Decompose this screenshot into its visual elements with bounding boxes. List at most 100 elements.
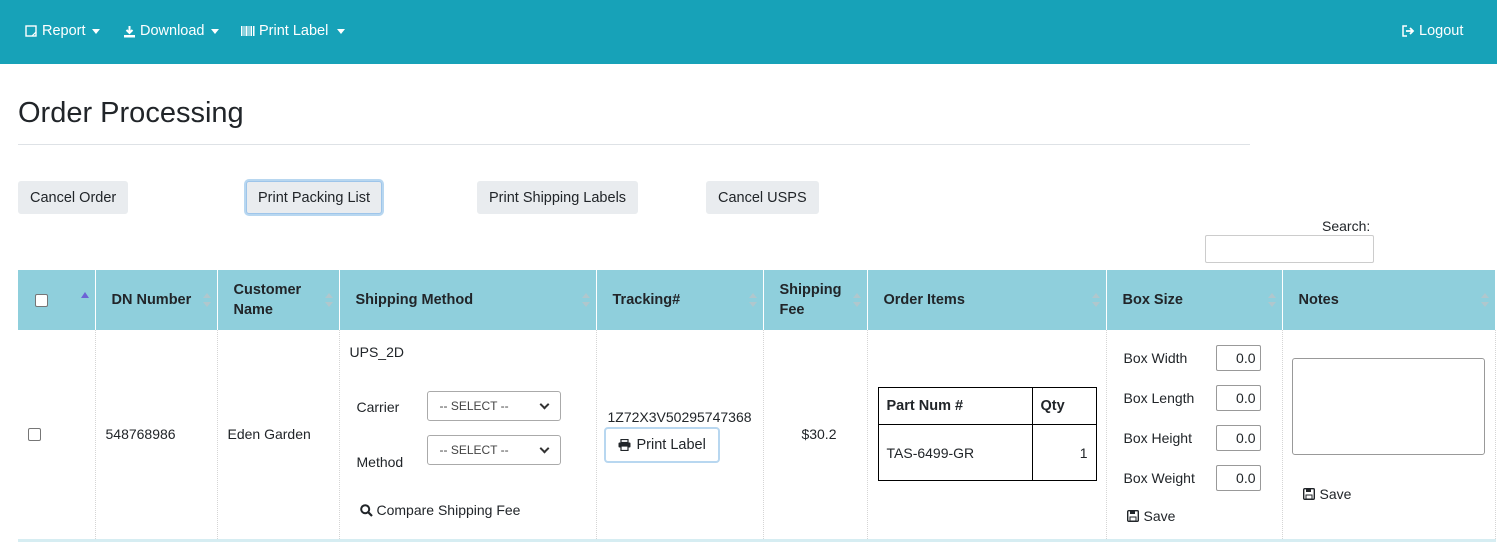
select-all-header [18,270,96,330]
save-icon [1302,488,1315,500]
qty-header: Qty [1031,387,1097,426]
box-height-input[interactable]: 0.0 [1215,425,1261,451]
sort-icon [202,293,211,307]
tracking-header-label: Tracking# [612,292,681,308]
sort-icon [748,293,757,307]
print-label-menu[interactable]: Print Label [241,21,346,41]
part-num-header: Part Num # [877,387,1033,426]
tracking-cell: 1Z72X3V50295747368 Print Label [596,330,764,540]
method-label: Method [356,454,404,470]
shipping-method-header-label: Shipping Method [355,292,474,308]
compare-shipping-fee-link[interactable]: Compare Shipping Fee [359,502,521,518]
report-menu-label: Report [42,23,86,39]
method-select-value: -- SELECT -- [439,443,509,457]
tracking-header[interactable]: Tracking# [596,270,764,330]
page-title: Order Processing [18,97,244,129]
logout-icon [1401,24,1415,38]
box-length-label: Box Length [1123,390,1195,406]
print-label-button[interactable]: Print Label [603,427,720,463]
sort-icon [1480,293,1489,307]
sort-icon [1267,293,1276,307]
carrier-label: Carrier [356,399,400,415]
carrier-select-value: -- SELECT -- [439,399,509,413]
qty-cell: 1 [1031,424,1097,482]
search-input[interactable] [1205,235,1374,263]
box-size-header-label: Box Size [1122,292,1183,308]
row-checkbox[interactable] [28,427,41,441]
save-icon [1126,510,1139,522]
notes-header[interactable]: Notes [1282,270,1496,330]
search-label: Search: [1322,218,1371,234]
dn-number-header-label: DN Number [111,292,192,308]
chevron-down-icon [210,28,219,34]
print-label-button-label: Print Label [636,437,706,453]
print-label-menu-label: Print Label [259,23,329,39]
table-row: 548768986 Eden Garden UPS_2D Carrier -- … [18,330,1496,540]
chevron-down-icon [91,28,100,34]
sort-icon [1091,293,1100,307]
report-icon [24,24,38,38]
download-menu-label: Download [140,23,205,39]
title-divider [18,144,1250,145]
print-shipping-labels-button[interactable]: Print Shipping Labels [477,181,639,214]
chevron-down-icon [539,443,549,454]
box-weight-input[interactable]: 0.0 [1215,465,1261,491]
shipping-fee-header[interactable]: Shipping Fee [763,270,868,330]
sort-icon [581,293,590,307]
box-size-header[interactable]: Box Size [1106,270,1283,330]
shipping-method-header[interactable]: Shipping Method [339,270,597,330]
order-items-cell: Part Num # Qty TAS-6499-GR 1 [867,330,1107,540]
report-menu[interactable]: Report [24,21,100,41]
compare-shipping-fee-label: Compare Shipping Fee [376,502,521,518]
list-item: TAS-6499-GR 1 [877,424,1097,482]
logout-label: Logout [1419,23,1464,39]
notes-cell: Save [1282,330,1496,540]
orders-table: DN Number Customer Name Shipping Method … [18,270,1496,542]
customer-name-header[interactable]: Customer Name [217,270,340,330]
box-height-label: Box Height [1123,430,1192,446]
dn-number-header[interactable]: DN Number [95,270,218,330]
box-save-button[interactable]: Save [1126,508,1176,524]
notes-save-button[interactable]: Save [1302,486,1352,502]
sort-asc-icon[interactable] [81,292,89,298]
dn-number-cell: 548768986 [95,330,218,540]
sort-icon [324,293,333,307]
box-weight-label: Box Weight [1123,470,1195,486]
box-width-input[interactable]: 0.0 [1215,345,1261,371]
carrier-select[interactable]: -- SELECT -- [426,391,561,421]
box-length-input[interactable]: 0.0 [1215,385,1261,411]
order-items-table: Part Num # Qty TAS-6499-GR 1 [877,387,1097,482]
method-select[interactable]: -- SELECT -- [426,435,561,465]
cancel-order-button[interactable]: Cancel Order [18,181,129,214]
search-icon [359,503,373,517]
logout-link[interactable]: Logout [1401,21,1463,41]
box-save-label: Save [1143,508,1176,524]
order-items-header-label: Order Items [883,292,965,308]
chevron-down-icon [539,399,549,410]
download-icon [122,24,136,38]
tracking-number: 1Z72X3V50295747368 [607,409,752,425]
print-packing-list-button[interactable]: Print Packing List [246,181,383,214]
notes-header-label: Notes [1298,292,1339,308]
shipping-method-value: UPS_2D [349,344,404,360]
cancel-usps-button[interactable]: Cancel USPS [706,181,819,214]
part-num-cell: TAS-6499-GR [877,424,1033,482]
barcode-icon [241,24,255,38]
order-items-header[interactable]: Order Items [867,270,1107,330]
row-select-cell [18,330,96,540]
customer-name-cell: Eden Garden [217,330,340,540]
shipping-method-cell: UPS_2D Carrier -- SELECT -- Method -- SE… [339,330,597,540]
chevron-down-icon [337,28,346,34]
select-all-checkbox[interactable] [35,293,48,307]
notes-textarea[interactable] [1291,358,1485,455]
shipping-fee-cell: $30.2 [763,330,868,540]
shipping-fee-value: $30.2 [801,426,837,443]
notes-save-label: Save [1319,486,1352,502]
top-navbar: Report Download Print Label Logout [0,0,1497,64]
printer-icon [618,439,631,451]
box-size-cell: Box Width 0.0 Box Length 0.0 Box Height … [1106,330,1283,540]
box-width-label: Box Width [1123,350,1188,366]
sort-icon [852,293,861,307]
download-menu[interactable]: Download [122,21,219,41]
shipping-fee-header-label: Shipping Fee [779,282,842,318]
